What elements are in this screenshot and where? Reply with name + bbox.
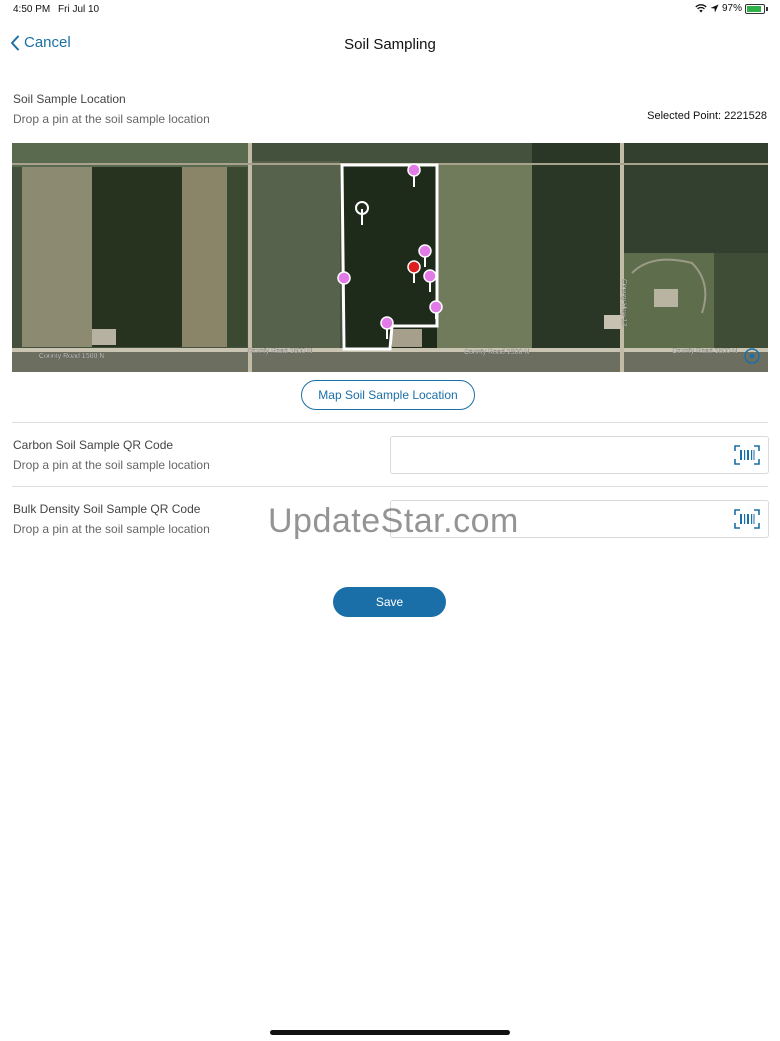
pin-pink[interactable] [337, 271, 351, 285]
road-label: County Hwy 13 [620, 279, 627, 327]
location-title: Soil Sample Location [13, 92, 126, 106]
road-label: County Road 1500 N [672, 348, 737, 355]
page-title: Soil Sampling [344, 36, 436, 53]
save-button[interactable]: Save [333, 587, 446, 617]
carbon-qr-field[interactable] [390, 436, 769, 474]
bulk-qr-subtitle: Drop a pin at the soil sample location [13, 522, 210, 536]
home-indicator[interactable] [270, 1030, 510, 1035]
map-soil-sample-location-button[interactable]: Map Soil Sample Location [301, 380, 475, 410]
carbon-qr-subtitle: Drop a pin at the soil sample location [13, 458, 210, 472]
divider [12, 486, 768, 487]
satellite-map[interactable]: County Road 1500 N County Road 1500 N Co… [12, 143, 768, 372]
selected-point: Selected Point: 2221528 [647, 110, 767, 122]
battery-icon [745, 3, 765, 14]
location-arrow-icon [710, 4, 719, 13]
road-label: County Road 1500 N [39, 353, 104, 360]
road-label: County Road 1500 N [464, 349, 529, 356]
status-bar: 4:50 PM Fri Jul 10 97% [0, 0, 780, 20]
barcode-scan-icon[interactable] [734, 509, 760, 529]
carbon-qr-title: Carbon Soil Sample QR Code [13, 438, 174, 452]
status-time: 4:50 PM [13, 4, 51, 15]
watermark: UpdateStar.com [268, 502, 519, 540]
barcode-scan-icon[interactable] [734, 445, 760, 465]
battery-tip [766, 6, 768, 11]
location-subtitle: Drop a pin at the soil sample location [13, 112, 210, 126]
road-label: County Road 1500 N [247, 348, 312, 355]
battery-percent: 97% [721, 3, 742, 14]
bulk-qr-title: Bulk Density Soil Sample QR Code [13, 502, 201, 516]
nav-bar: Cancel Soil Sampling [0, 26, 780, 66]
wifi-icon [695, 4, 707, 13]
status-indicators: 97% [695, 3, 768, 14]
divider [12, 422, 768, 423]
status-date: Fri Jul 10 [58, 4, 100, 15]
